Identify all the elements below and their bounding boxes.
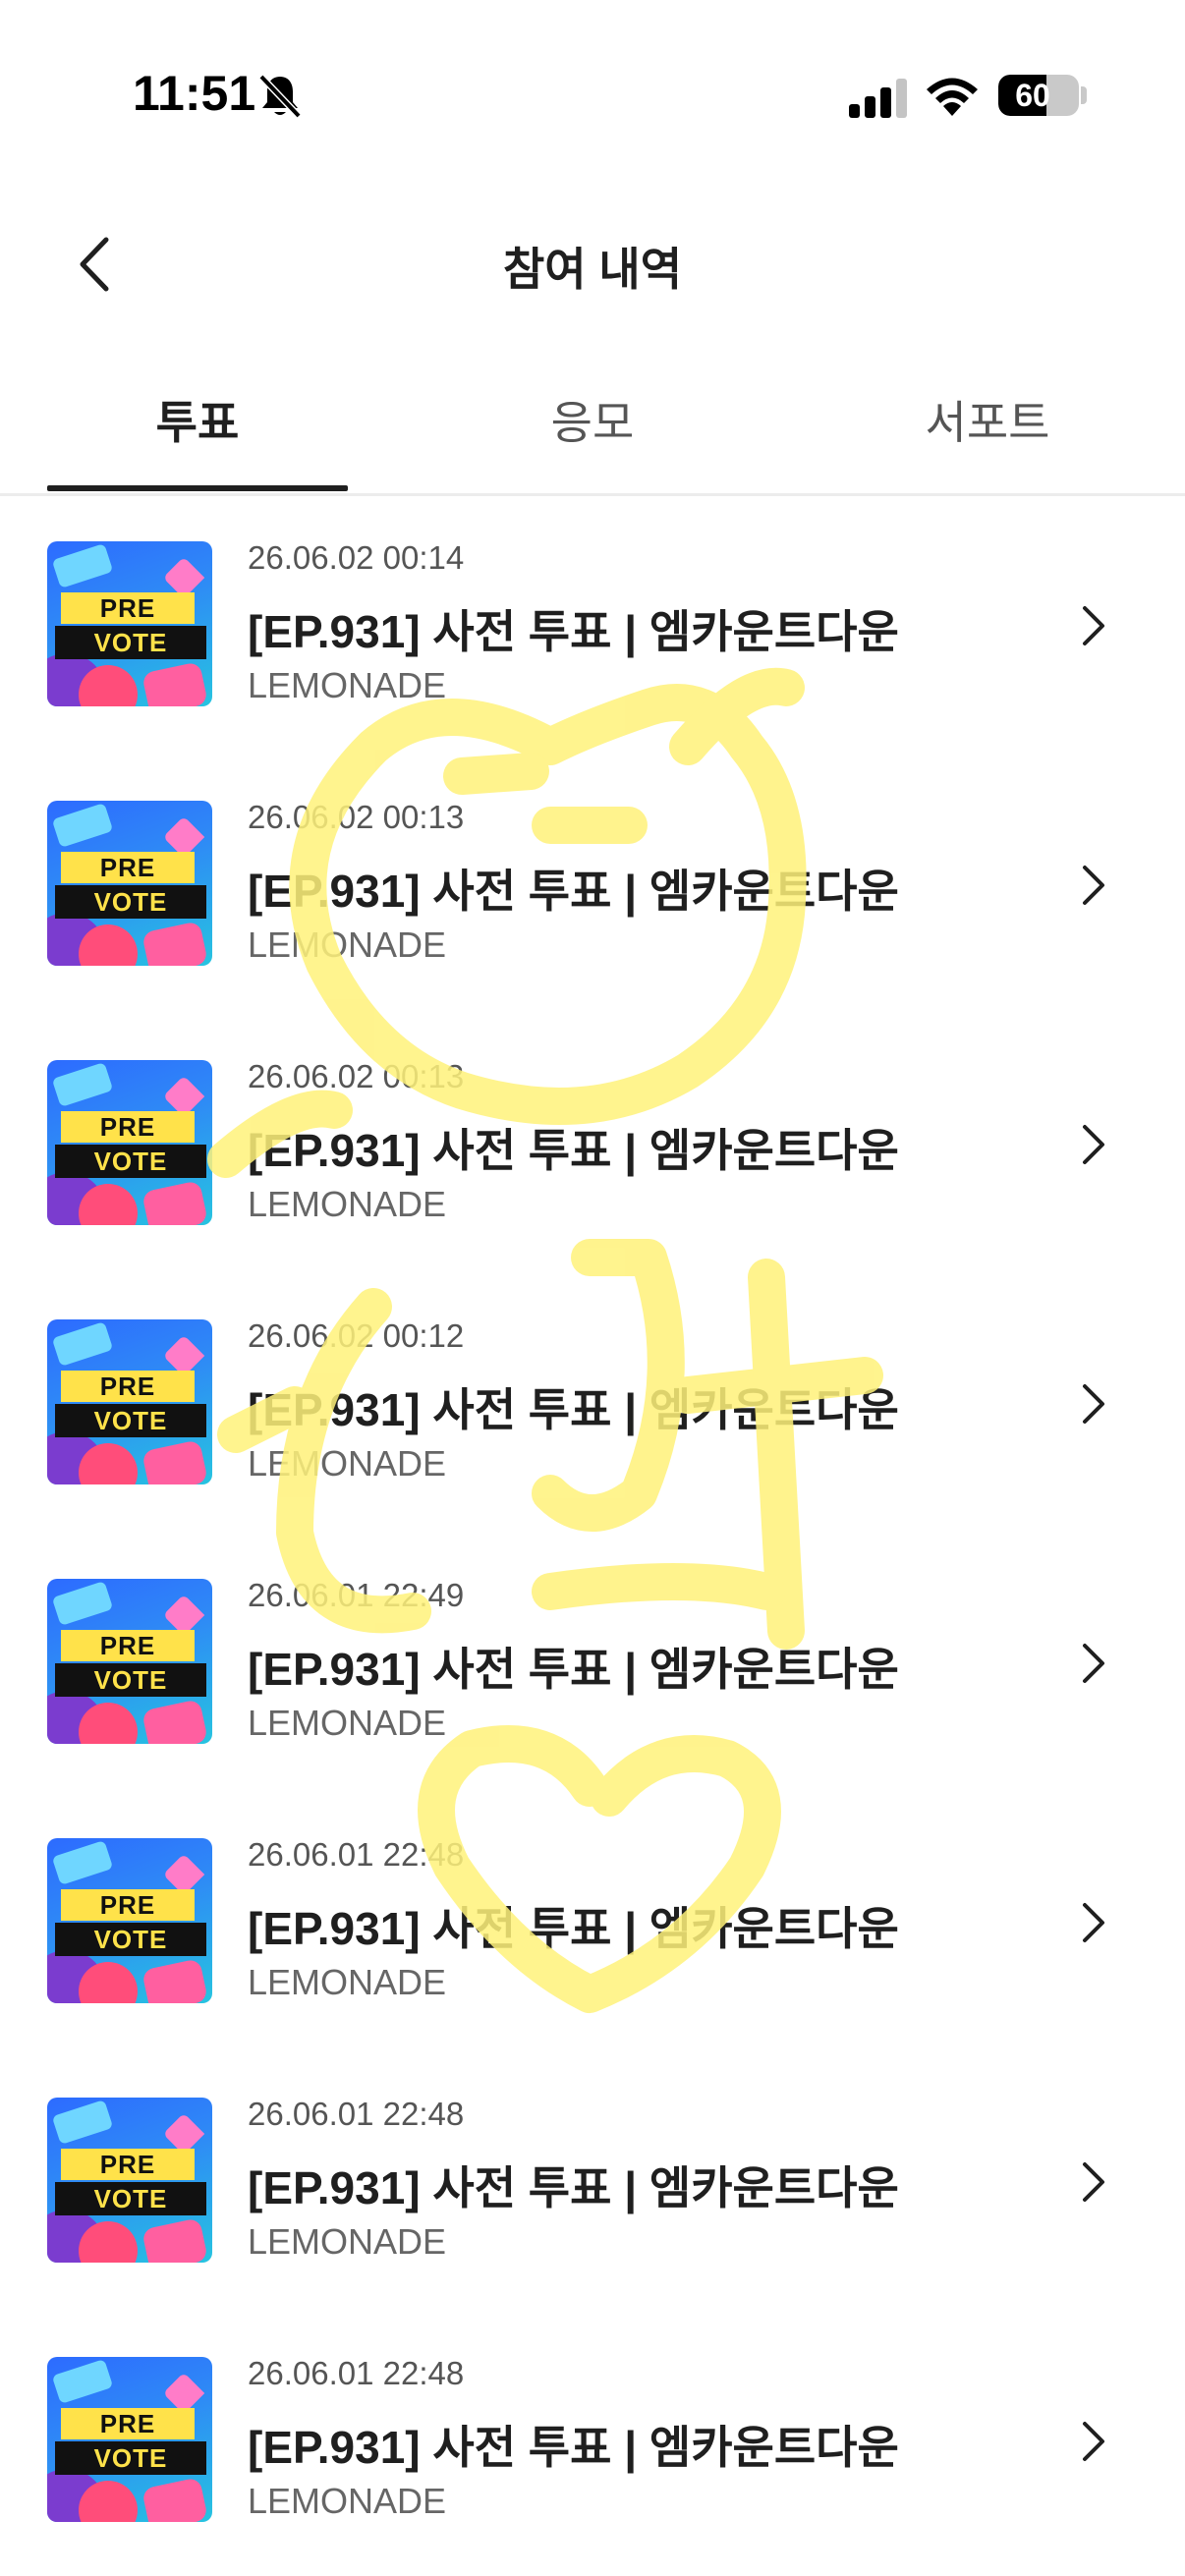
- thumbnail-vote-label: VOTE: [55, 2182, 206, 2215]
- prevote-thumbnail: PRE VOTE: [47, 1579, 212, 1744]
- prevote-thumbnail: PRE VOTE: [47, 1838, 212, 2003]
- item-title: [EP.931] 사전 투표 | 엠카운트다운: [248, 1903, 899, 1954]
- thumbnail-pre-label: PRE: [61, 1371, 195, 1402]
- prevote-thumbnail: PRE VOTE: [47, 541, 212, 706]
- chevron-right-icon: [1083, 2422, 1104, 2461]
- item-date: 26.06.01 22:48: [248, 2355, 465, 2391]
- item-artist: LEMONADE: [248, 1962, 447, 2002]
- item-date: 26.06.02 00:14: [248, 539, 465, 576]
- active-tab-indicator: [47, 485, 348, 491]
- thumbnail-pre-label: PRE: [61, 1630, 195, 1661]
- thumbnail-pre-label: PRE: [61, 852, 195, 883]
- prevote-thumbnail: PRE VOTE: [47, 2357, 212, 2522]
- tab-support[interactable]: 서포트: [790, 373, 1185, 491]
- list-item[interactable]: PRE VOTE 26.06.02 00:14 [EP.931] 사전 투표 |…: [0, 498, 1185, 757]
- list-item[interactable]: PRE VOTE 26.06.02 00:12 [EP.931] 사전 투표 |…: [0, 1276, 1185, 1536]
- item-title: [EP.931] 사전 투표 | 엠카운트다운: [248, 1384, 899, 1435]
- item-artist: LEMONADE: [248, 2221, 447, 2262]
- item-artist: LEMONADE: [248, 1703, 447, 1743]
- chevron-right-icon: [1083, 1903, 1104, 1942]
- item-title: [EP.931] 사전 투표 | 엠카운트다운: [248, 1125, 899, 1176]
- thumbnail-pre-label: PRE: [61, 592, 195, 624]
- list-item[interactable]: PRE VOTE 26.06.01 22:48 [EP.931] 사전 투표 |…: [0, 1795, 1185, 2054]
- list-item[interactable]: PRE VOTE 26.06.01 22:48 [EP.931] 사전 투표 |…: [0, 2314, 1185, 2573]
- battery-cap: [1081, 86, 1087, 104]
- battery-indicator: 60: [998, 75, 1079, 116]
- item-artist: LEMONADE: [248, 924, 447, 965]
- status-time: 11:51: [133, 66, 256, 121]
- cellular-signal-icon: [849, 79, 907, 118]
- thumbnail-pre-label: PRE: [61, 2408, 195, 2439]
- chevron-right-icon: [1083, 866, 1104, 905]
- battery-percent: 60: [1015, 78, 1050, 113]
- list-item[interactable]: PRE VOTE 26.06.02 00:13 [EP.931] 사전 투표 |…: [0, 757, 1185, 1017]
- tab-bar: 투표 응모 서포트: [0, 373, 1185, 497]
- thumbnail-vote-label: VOTE: [55, 1145, 206, 1178]
- screen: 11:51 60 참여 내역 투표 응모 서포트 PRE VOTE 26.06.…: [0, 0, 1185, 2576]
- thumbnail-pre-label: PRE: [61, 1889, 195, 1921]
- list-item[interactable]: PRE VOTE 26.06.01 22:49 [EP.931] 사전 투표 |…: [0, 1536, 1185, 1795]
- list-item[interactable]: PRE VOTE 26.06.02 00:13 [EP.931] 사전 투표 |…: [0, 1017, 1185, 1276]
- tab-divider: [0, 493, 1185, 496]
- tab-vote[interactable]: 투표: [0, 373, 395, 491]
- tab-entry[interactable]: 응모: [395, 373, 790, 491]
- item-artist: LEMONADE: [248, 1443, 447, 1484]
- item-date: 26.06.01 22:48: [248, 2096, 465, 2132]
- item-date: 26.06.02 00:13: [248, 1058, 465, 1094]
- chevron-right-icon: [1083, 606, 1104, 645]
- thumbnail-pre-label: PRE: [61, 1111, 195, 1143]
- item-title: [EP.931] 사전 투표 | 엠카운트다운: [248, 2422, 899, 2473]
- chevron-right-icon: [1083, 1125, 1104, 1164]
- item-title: [EP.931] 사전 투표 | 엠카운트다운: [248, 2162, 899, 2213]
- thumbnail-vote-label: VOTE: [55, 885, 206, 919]
- prevote-thumbnail: PRE VOTE: [47, 2098, 212, 2263]
- item-artist: LEMONADE: [248, 1184, 447, 1224]
- item-artist: LEMONADE: [248, 2481, 447, 2521]
- item-title: [EP.931] 사전 투표 | 엠카운트다운: [248, 866, 899, 917]
- participation-list: PRE VOTE 26.06.02 00:14 [EP.931] 사전 투표 |…: [0, 498, 1185, 2573]
- wifi-icon: [927, 78, 978, 116]
- thumbnail-vote-label: VOTE: [55, 2441, 206, 2475]
- thumbnail-vote-label: VOTE: [55, 1404, 206, 1437]
- thumbnail-vote-label: VOTE: [55, 1923, 206, 1956]
- page-title: 참여 내역: [502, 244, 683, 295]
- status-bar: 11:51 60: [0, 0, 1185, 167]
- item-date: 26.06.01 22:48: [248, 1836, 465, 1873]
- prevote-thumbnail: PRE VOTE: [47, 1319, 212, 1484]
- chevron-right-icon: [1083, 1644, 1104, 1683]
- item-artist: LEMONADE: [248, 665, 447, 705]
- item-date: 26.06.02 00:12: [248, 1317, 465, 1354]
- thumbnail-vote-label: VOTE: [55, 626, 206, 659]
- chevron-right-icon: [1083, 1384, 1104, 1424]
- item-date: 26.06.01 22:49: [248, 1577, 465, 1613]
- item-title: [EP.931] 사전 투표 | 엠카운트다운: [248, 1644, 899, 1695]
- item-date: 26.06.02 00:13: [248, 799, 465, 835]
- prevote-thumbnail: PRE VOTE: [47, 801, 212, 966]
- prevote-thumbnail: PRE VOTE: [47, 1060, 212, 1225]
- chevron-right-icon: [1083, 2162, 1104, 2202]
- thumbnail-pre-label: PRE: [61, 2149, 195, 2180]
- bell-slash-icon: [258, 74, 302, 119]
- list-item[interactable]: PRE VOTE 26.06.01 22:48 [EP.931] 사전 투표 |…: [0, 2054, 1185, 2314]
- thumbnail-vote-label: VOTE: [55, 1663, 206, 1697]
- item-title: [EP.931] 사전 투표 | 엠카운트다운: [248, 606, 899, 657]
